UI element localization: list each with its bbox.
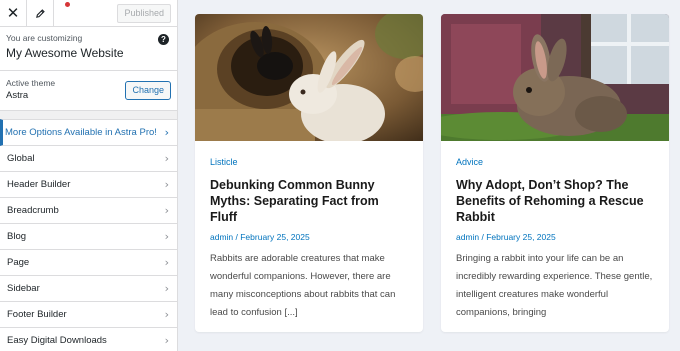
post-title[interactable]: Why Adopt, Don’t Shop? The Benefits of R… xyxy=(456,177,654,225)
menu-item-label: Sidebar xyxy=(7,283,40,294)
chevron-right-icon: › xyxy=(164,178,169,191)
chevron-right-icon: › xyxy=(164,204,169,217)
chevron-right-icon: › xyxy=(164,334,169,347)
published-button[interactable]: Published xyxy=(117,4,171,23)
chevron-right-icon: › xyxy=(164,152,169,165)
help-icon[interactable]: ? xyxy=(158,34,169,45)
menu-item-page[interactable]: Page › xyxy=(0,250,177,276)
post-excerpt: Bringing a rabbit into your life can be … xyxy=(456,253,653,318)
chevron-right-icon: › xyxy=(164,230,169,243)
customizer-sidebar: ✕ Published You are customizing My Aweso… xyxy=(0,0,178,351)
chevron-right-icon: › xyxy=(164,256,169,269)
menu-item-easy-digital-downloads[interactable]: Easy Digital Downloads › xyxy=(0,328,177,351)
post-card[interactable]: Listicle Debunking Common Bunny Myths: S… xyxy=(195,14,423,332)
post-meta[interactable]: admin / February 25, 2025 xyxy=(456,232,654,242)
notification-dot xyxy=(65,2,70,7)
post-excerpt: Rabbits are adorable creatures that make… xyxy=(210,253,396,318)
customizing-info: You are customizing My Awesome Website ? xyxy=(0,27,177,71)
active-theme-section: Active theme Astra Change xyxy=(0,71,177,111)
section-divider xyxy=(0,111,177,119)
menu-item-label: Breadcrumb xyxy=(7,205,59,216)
post-meta[interactable]: admin / February 25, 2025 xyxy=(210,232,408,242)
menu-item-blog[interactable]: Blog › xyxy=(0,224,177,250)
site-name: My Awesome Website xyxy=(6,46,124,60)
customizing-label: You are customizing xyxy=(6,33,83,43)
astra-pro-promo-label: More Options Available in Astra Pro! xyxy=(5,127,157,138)
menu-item-label: Header Builder xyxy=(7,179,71,190)
close-icon[interactable]: ✕ xyxy=(0,0,26,26)
menu-item-label: Global xyxy=(7,153,35,164)
menu-item-breadcrumb[interactable]: Breadcrumb › xyxy=(0,198,177,224)
menu-item-header-builder[interactable]: Header Builder › xyxy=(0,172,177,198)
change-theme-button[interactable]: Change xyxy=(125,81,171,100)
post-category[interactable]: Advice xyxy=(456,157,654,167)
menu-item-global[interactable]: Global › xyxy=(0,146,177,172)
astra-pro-promo[interactable]: More Options Available in Astra Pro! › xyxy=(0,119,177,146)
post-featured-image[interactable] xyxy=(195,14,423,141)
post-title[interactable]: Debunking Common Bunny Myths: Separating… xyxy=(210,177,408,225)
edit-pencil-icon[interactable] xyxy=(26,0,54,26)
site-preview: Listicle Debunking Common Bunny Myths: S… xyxy=(178,0,680,351)
menu-item-label: Blog xyxy=(7,231,27,242)
menu-item-label: Page xyxy=(7,257,30,268)
post-card[interactable]: Advice Why Adopt, Don’t Shop? The Benefi… xyxy=(441,14,669,332)
menu-item-label: Easy Digital Downloads xyxy=(7,335,107,346)
chevron-right-icon: › xyxy=(164,308,169,321)
menu-item-label: Footer Builder xyxy=(7,309,67,320)
menu-item-footer-builder[interactable]: Footer Builder › xyxy=(0,302,177,328)
chevron-right-icon: › xyxy=(164,126,169,139)
customizer-toolbar: ✕ Published xyxy=(0,0,177,27)
chevron-right-icon: › xyxy=(164,282,169,295)
post-featured-image[interactable] xyxy=(441,14,669,141)
post-category[interactable]: Listicle xyxy=(210,157,408,167)
menu-item-sidebar[interactable]: Sidebar › xyxy=(0,276,177,302)
